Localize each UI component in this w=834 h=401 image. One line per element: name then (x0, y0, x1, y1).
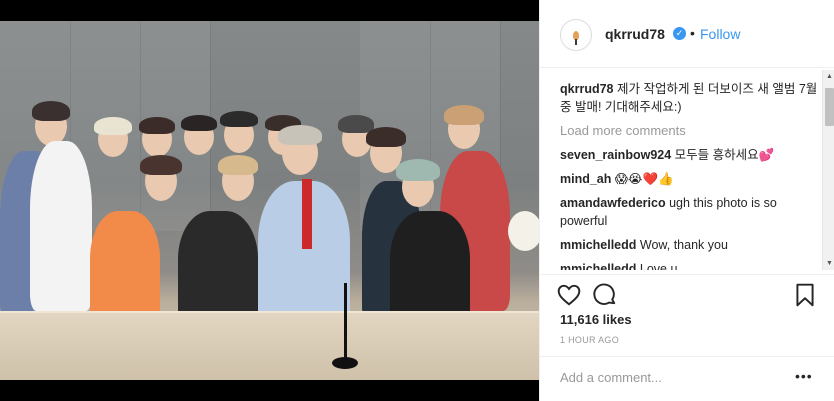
post-photo-frame (0, 0, 539, 401)
scroll-down-arrow-icon[interactable]: ▼ (823, 257, 834, 270)
person-hat (220, 111, 258, 127)
comments-list: qkrrud78 제가 작업하게 된 더보이즈 새 앨범 7월중 발매! 기대해… (560, 80, 822, 270)
instagram-post: qkrrud78 ✓ • Follow qkrrud78 제가 작업하게 된 더… (0, 0, 834, 401)
post-header: qkrrud78 ✓ • Follow (540, 12, 834, 56)
post-photo[interactable] (0, 21, 539, 380)
username-link[interactable]: qkrrud78 (605, 26, 665, 42)
avatar-image (573, 30, 579, 45)
comment-text: Love u (639, 262, 678, 270)
microphone-base (332, 357, 358, 369)
comment: mmichelledd Love u (560, 260, 822, 270)
comment: mind_ah 😱😭❤️👍 (560, 170, 822, 188)
comment-text: Wow, thank you (639, 238, 728, 252)
comments-scrollbar[interactable]: ▲ ▼ (822, 70, 834, 270)
comment-username[interactable]: mind_ah (560, 172, 611, 186)
comment-username[interactable]: mmichelledd (560, 262, 636, 270)
action-bar (556, 282, 821, 308)
comment-text: 😱😭❤️👍 (614, 172, 674, 186)
comment: mmichelledd Wow, thank you (560, 236, 822, 254)
comment-username[interactable]: seven_rainbow924 (560, 148, 671, 162)
person-hair (140, 155, 182, 175)
add-comment-input[interactable]: Add a comment... (560, 370, 662, 385)
person (30, 141, 92, 311)
load-more-comments-button[interactable]: Load more comments (560, 122, 822, 140)
comment-input-divider (540, 356, 834, 357)
comment-text: 모두들 흥하세요💕 (674, 148, 775, 162)
person-hair (181, 115, 217, 131)
post-timestamp[interactable]: 1 HOUR AGO (560, 335, 619, 345)
person-hair (139, 117, 175, 134)
caption-username[interactable]: qkrrud78 (560, 82, 614, 96)
person-hair (396, 159, 440, 181)
person-hair (444, 105, 484, 125)
actions-divider (540, 274, 834, 275)
scroll-up-arrow-icon[interactable]: ▲ (823, 70, 834, 83)
header-divider (540, 67, 834, 68)
comment: amandawfederico ugh this photo is so pow… (560, 194, 822, 230)
microphone-stand (344, 283, 347, 363)
comment-username[interactable]: mmichelledd (560, 238, 636, 252)
person-hair (218, 155, 258, 175)
heart-icon[interactable] (556, 282, 582, 308)
post-sidebar: qkrrud78 ✓ • Follow qkrrud78 제가 작업하게 된 더… (539, 0, 834, 401)
red-tie (302, 179, 312, 249)
caption: qkrrud78 제가 작업하게 된 더보이즈 새 앨범 7월중 발매! 기대해… (560, 80, 822, 116)
likes-count[interactable]: 11,616 likes (560, 312, 632, 327)
person-hair (278, 125, 322, 145)
person-hair (32, 101, 70, 121)
avatar[interactable] (560, 19, 592, 51)
desk (0, 311, 539, 380)
person-hair (366, 127, 406, 147)
comment-username[interactable]: amandawfederico (560, 196, 666, 210)
separator-dot: • (690, 25, 695, 41)
verified-badge-icon: ✓ (673, 27, 686, 40)
follow-button[interactable]: Follow (700, 26, 740, 42)
comment: seven_rainbow924 모두들 흥하세요💕 (560, 146, 822, 164)
plush-toy (508, 211, 539, 251)
scroll-thumb[interactable] (825, 88, 834, 126)
more-options-icon[interactable]: ••• (795, 368, 813, 384)
person-hair (94, 117, 132, 135)
bookmark-icon[interactable] (792, 282, 818, 308)
comment-icon[interactable] (592, 282, 618, 308)
